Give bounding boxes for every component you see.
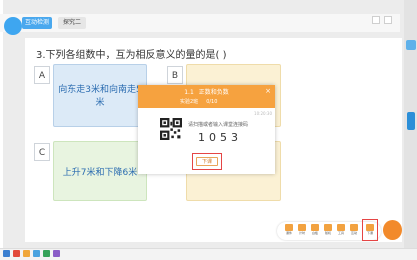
class-connect-popup: 1.1 正数和负数 实验2班 0/10 × 10:20:30 请扫描或者输入课堂连接… <box>138 85 275 174</box>
end-class-button[interactable]: 下课 <box>196 157 218 166</box>
taskbar-app-icon[interactable] <box>33 250 40 257</box>
tool-tools[interactable]: 工具 <box>336 224 346 238</box>
option-a-line2: 米 <box>95 98 105 108</box>
option-a-line1: 向东走3米和向南走5 <box>58 85 142 95</box>
connect-code: 1053 <box>198 131 242 144</box>
tool-courseware[interactable]: 课件 <box>284 224 294 238</box>
whiteboard-icon <box>311 224 319 231</box>
popup-subtitle: 实验2班 0/10 <box>180 98 217 105</box>
option-c-line1: 上升7米和下降6米 <box>62 168 138 178</box>
popup-time: 10:20:30 <box>254 111 272 116</box>
start-icon[interactable] <box>3 250 10 257</box>
tab-explore-two[interactable]: 探究二 <box>58 17 86 29</box>
option-c-card[interactable]: 上升7米和下降6米 <box>53 141 147 201</box>
minimize-icon[interactable] <box>372 16 380 24</box>
interact-icon <box>350 224 358 231</box>
section-number: 1.1 <box>184 89 194 96</box>
join-progress: 0/10 <box>206 99 218 105</box>
tool-random[interactable]: 随机 <box>323 224 333 238</box>
tools-icon <box>337 224 345 231</box>
user-icon[interactable] <box>4 17 22 35</box>
option-b-letter[interactable]: B <box>167 66 183 84</box>
taskbar <box>0 248 417 260</box>
tool-timer[interactable]: 计时 <box>297 224 307 238</box>
connect-prompt: 请扫描或者输入课堂连接码 <box>188 122 249 128</box>
tool-highlight <box>362 219 378 241</box>
sidebar-handle[interactable] <box>407 112 415 130</box>
tool-whiteboard[interactable]: 白板 <box>310 224 320 238</box>
tool-interact[interactable]: 互动 <box>349 224 359 238</box>
brand-logo-icon[interactable] <box>383 220 402 240</box>
timer-icon <box>298 224 306 231</box>
option-c-letter[interactable]: C <box>34 143 50 161</box>
question-text: 3.下列各组数中，互为相反意义的量的是( ) <box>36 50 227 61</box>
random-icon <box>324 224 332 231</box>
left-strip <box>0 0 3 248</box>
taskbar-app-icon[interactable] <box>13 250 20 257</box>
option-a-card[interactable]: 向东走3米和向南走5 米 <box>53 64 147 127</box>
taskbar-app-icon[interactable] <box>53 250 60 257</box>
taskbar-app-icon[interactable] <box>23 250 30 257</box>
popup-header: 1.1 正数和负数 实验2班 0/10 × <box>138 85 275 108</box>
maximize-icon[interactable] <box>384 16 392 24</box>
courseware-icon <box>285 224 293 231</box>
taskbar-app-icon[interactable] <box>43 250 50 257</box>
sidebar-tool-icon[interactable] <box>406 40 416 50</box>
qr-code-icon <box>160 118 182 140</box>
class-name: 实验2班 <box>180 99 199 105</box>
tab-interactive-check[interactable]: 互动检测 <box>22 17 52 29</box>
section-title: 正数和负数 <box>198 89 229 96</box>
option-a-letter[interactable]: A <box>34 66 50 84</box>
close-icon[interactable]: × <box>265 87 271 95</box>
popup-title: 1.1 正数和负数 <box>138 87 275 96</box>
